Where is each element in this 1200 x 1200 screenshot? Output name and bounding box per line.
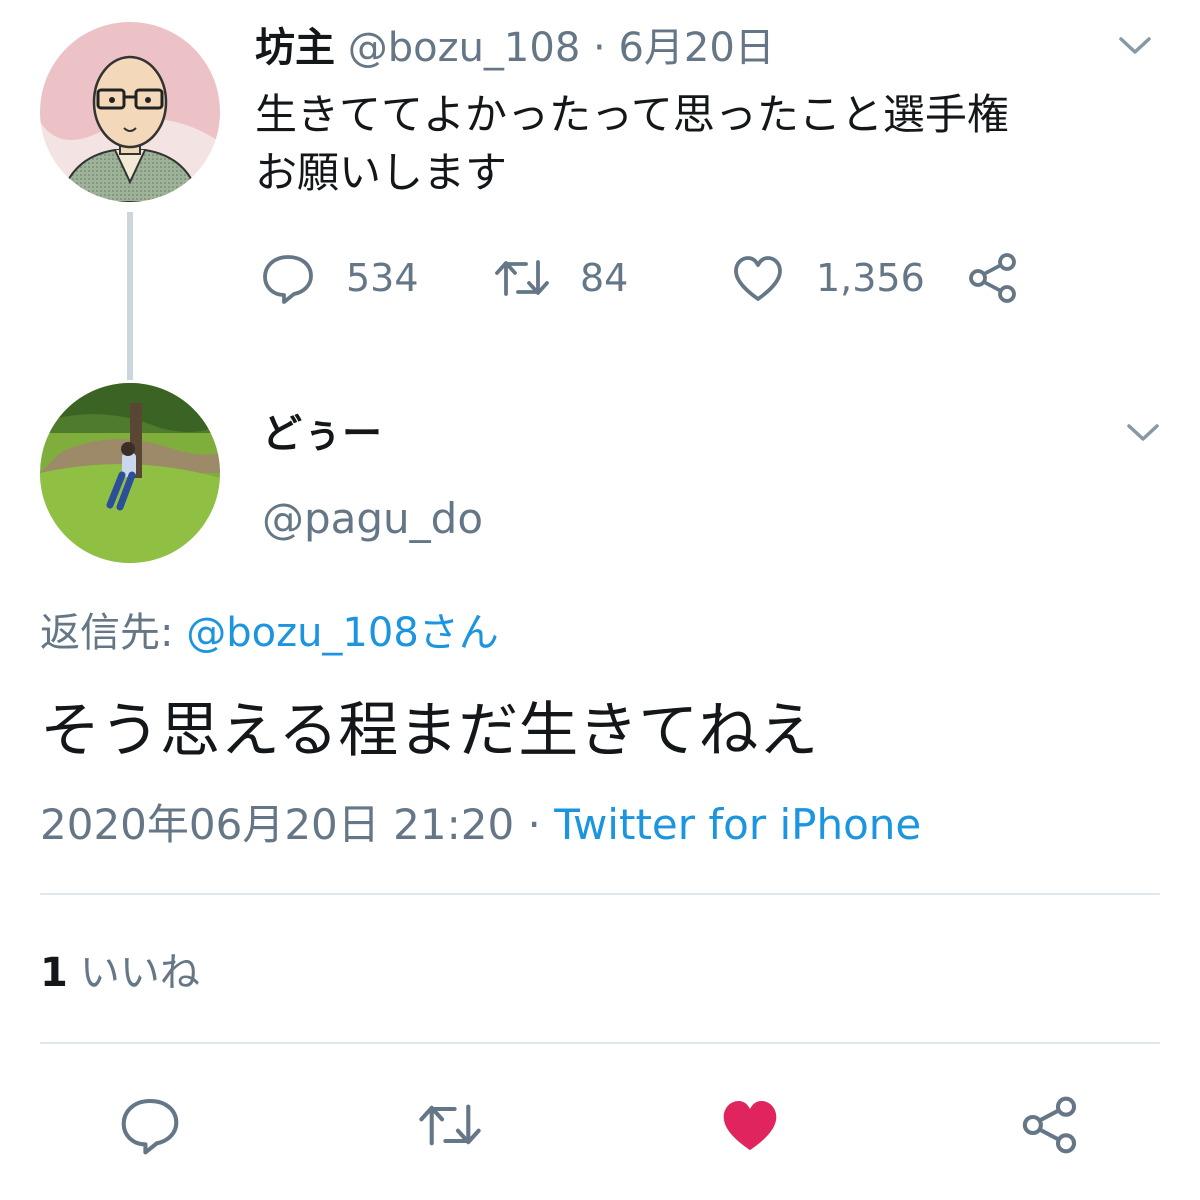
parent-reply-button[interactable]: 534	[260, 248, 419, 308]
likes-count-row[interactable]: 1 いいね	[40, 945, 200, 1001]
thread-connector	[127, 212, 133, 380]
parent-text-line-2: お願いします	[255, 148, 508, 197]
reply-icon[interactable]	[118, 1093, 182, 1157]
parent-avatar[interactable]	[40, 22, 220, 202]
heart-icon[interactable]	[718, 1093, 782, 1157]
reply-avatar[interactable]	[40, 383, 220, 563]
chevron-down-icon[interactable]	[1125, 420, 1161, 444]
likes-label: いいね	[79, 950, 200, 996]
meta-separator: ·	[527, 800, 541, 849]
reply-tweet-text: そう思える程まだ生きてねえ	[40, 696, 819, 766]
chevron-down-icon[interactable]	[1117, 33, 1153, 57]
parent-tweet-text: 生きててよかったって思ったこと選手権 お願いします	[255, 86, 1170, 202]
parent-handle[interactable]: @bozu_108	[348, 25, 581, 71]
reply-to-label: 返信先:	[40, 610, 174, 656]
header-separator: ·	[593, 25, 606, 71]
tweet-source-link[interactable]: Twitter for iPhone	[554, 800, 921, 849]
parent-reply-count: 534	[346, 256, 419, 300]
tweet-meta: 2020年06月20日 21:20 · Twitter for iPhone	[40, 797, 921, 853]
reply-to-handle-link[interactable]: @bozu_108さん	[186, 610, 499, 656]
heart-icon	[734, 256, 782, 301]
parent-like-count: 1,356	[816, 256, 925, 300]
parent-retweet-button[interactable]: 84	[492, 248, 628, 308]
divider-bottom	[40, 1042, 1160, 1044]
retweet-icon	[495, 260, 549, 296]
reply-icon	[263, 255, 313, 304]
divider-top	[40, 893, 1160, 895]
reply-to-line: 返信先: @bozu_108さん	[40, 605, 499, 661]
tweet-timestamp[interactable]: 2020年06月20日 21:20	[40, 800, 514, 849]
parent-retweet-count: 84	[580, 256, 629, 300]
parent-share-button[interactable]	[965, 248, 1021, 308]
parent-tweet-header: 坊主 @bozu_108 · 6月20日	[255, 22, 775, 74]
parent-like-button[interactable]: 1,356	[730, 248, 925, 308]
parent-text-line-1: 生きててよかったって思ったこと選手権	[255, 90, 1009, 139]
share-icon[interactable]	[1018, 1093, 1082, 1157]
reply-display-name[interactable]: どぅー	[262, 408, 382, 460]
parent-display-name[interactable]: 坊主	[255, 25, 335, 71]
reply-handle[interactable]: @pagu_do	[262, 493, 483, 545]
likes-number: 1	[40, 950, 68, 996]
share-icon	[969, 253, 1016, 303]
retweet-icon[interactable]	[414, 1093, 486, 1157]
parent-date[interactable]: 6月20日	[618, 25, 774, 71]
